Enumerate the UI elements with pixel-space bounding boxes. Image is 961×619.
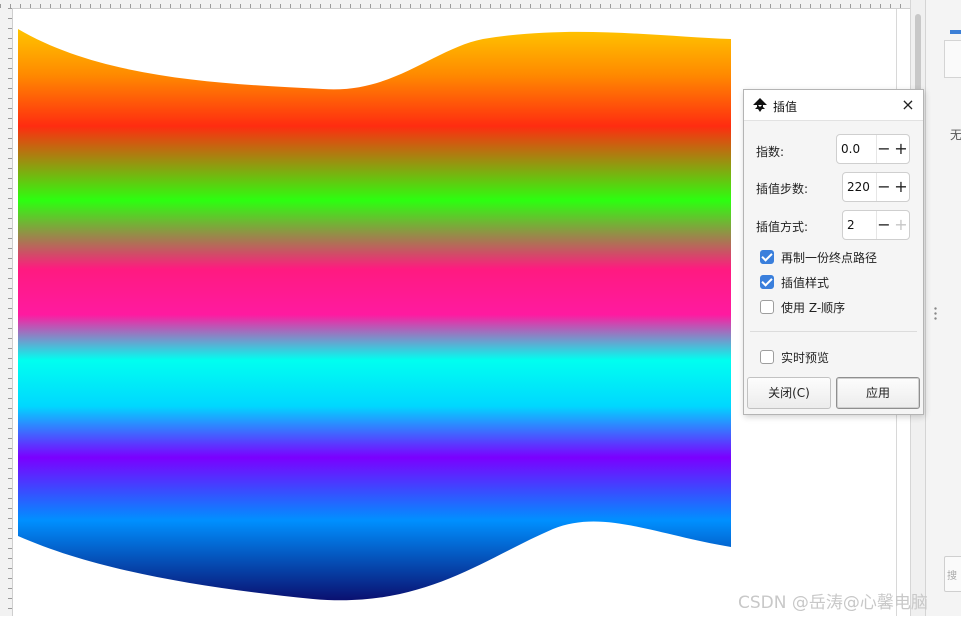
- method-spinbox[interactable]: 2 − +: [842, 210, 910, 240]
- steps-label: 插值步数:: [756, 182, 809, 196]
- close-button[interactable]: 关闭(C): [747, 377, 831, 409]
- horizontal-ruler: [0, 0, 910, 9]
- dock-search-label: 搜: [947, 571, 957, 582]
- method-value[interactable]: 2: [847, 218, 855, 232]
- inkscape-app-icon: [753, 98, 767, 112]
- exponent-spinbox[interactable]: 0.0 − +: [836, 134, 910, 164]
- checkbox-label: 再制一份终点路径: [781, 251, 878, 265]
- exponent-value[interactable]: 0.0: [841, 142, 860, 156]
- dock-grip-icon[interactable]: [934, 306, 937, 320]
- checkbox-label: 使用 Z-顺序: [781, 301, 846, 315]
- exponent-label: 指数:: [756, 145, 785, 159]
- watermark-text: CSDN @岳涛@心馨电脑: [738, 593, 928, 613]
- dock-search-box[interactable]: 搜: [944, 556, 961, 592]
- steps-value[interactable]: 220: [847, 180, 870, 194]
- checkbox-box[interactable]: [760, 275, 774, 289]
- checkbox-label: 插值样式: [781, 276, 830, 290]
- method-decrement-button[interactable]: −: [876, 211, 892, 239]
- steps-increment-button[interactable]: +: [893, 173, 909, 201]
- dock-tab[interactable]: [944, 40, 961, 78]
- exponent-increment-button[interactable]: +: [893, 135, 909, 163]
- dock-tab-indicator: [950, 30, 961, 34]
- vertical-ruler: [0, 8, 13, 616]
- steps-spinbox[interactable]: 220 − +: [842, 172, 910, 202]
- close-icon[interactable]: ×: [897, 94, 919, 116]
- checkbox-label: 实时预览: [781, 351, 830, 365]
- dialog-title: 插值: [773, 100, 798, 114]
- scrollbar-thumb[interactable]: [915, 14, 921, 94]
- dialog-titlebar[interactable]: 插值 ×: [744, 90, 923, 121]
- interpolate-dialog: 插值 × 指数: 0.0 − + 插值步数: 220 − + 插值方式: 2 −…: [743, 89, 924, 415]
- checkbox-box[interactable]: [760, 300, 774, 314]
- exponent-decrement-button[interactable]: −: [876, 135, 892, 163]
- checkbox-box[interactable]: [760, 350, 774, 364]
- checkbox-box[interactable]: [760, 250, 774, 264]
- dialog-divider: [750, 331, 917, 332]
- steps-decrement-button[interactable]: −: [876, 173, 892, 201]
- side-dock-panel: 无 搜: [925, 0, 961, 616]
- apply-button[interactable]: 应用: [836, 377, 920, 409]
- method-label: 插值方式:: [756, 220, 809, 234]
- method-increment-button[interactable]: +: [893, 211, 909, 239]
- dock-text: 无: [950, 128, 961, 142]
- checkmark-icon: [761, 250, 773, 262]
- checkmark-icon: [761, 275, 773, 287]
